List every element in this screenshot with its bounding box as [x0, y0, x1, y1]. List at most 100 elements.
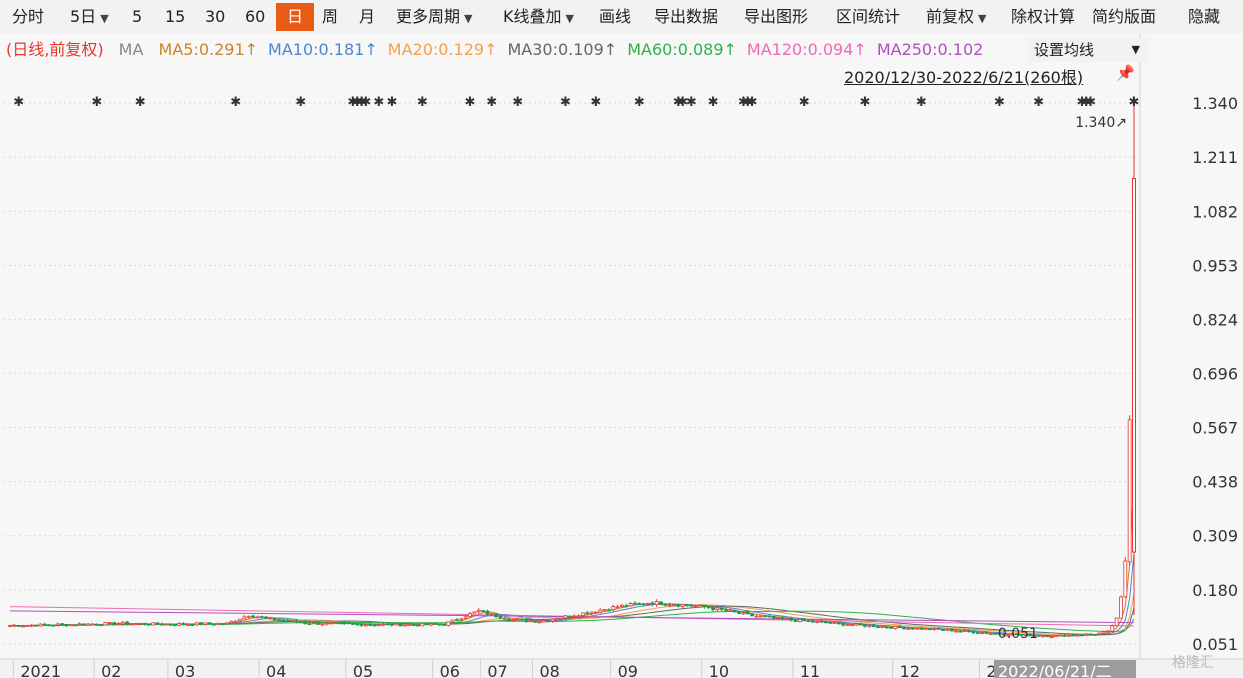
toolbar-item[interactable]: 除权计算	[1009, 3, 1077, 31]
event-marker-icon: ✱	[634, 95, 645, 110]
event-marker-icon: ✱	[91, 95, 102, 110]
candle-body	[897, 625, 902, 628]
event-marker-icon: ✱	[360, 95, 371, 110]
candle-body	[229, 620, 234, 624]
candle-body	[155, 622, 160, 625]
ma-series-line	[9, 594, 1135, 636]
candle-body	[16, 625, 21, 627]
toolbar-item[interactable]: 隐藏	[1186, 3, 1222, 31]
toolbar-item[interactable]: 导出图形	[742, 3, 810, 31]
y-tick-label: 0.309	[1192, 527, 1238, 546]
candle-body	[494, 613, 498, 618]
candle-body	[554, 618, 559, 621]
toolbar-item[interactable]: 简约版面	[1090, 3, 1158, 31]
candlestick-chart[interactable]: 1.340 1.211 1.082 0.953 0.824 0.696 0.567 0.438…	[0, 34, 1243, 678]
toolbar-item[interactable]: 日	[276, 3, 314, 31]
candle-body	[389, 623, 394, 626]
candle-body	[728, 609, 733, 612]
candle-body	[251, 615, 255, 618]
toolbar-item-label: 更多周期	[396, 7, 461, 26]
event-marker-icon: ✱	[135, 95, 146, 110]
candle-body	[403, 624, 407, 627]
ma-settings-dropdown[interactable]: 设置均线 ▼	[1028, 38, 1148, 62]
candle-body	[867, 624, 872, 627]
candle-body	[246, 615, 251, 618]
candle-body	[450, 619, 455, 623]
toolbar-item-label: 60	[245, 7, 266, 26]
candle-body	[481, 610, 485, 612]
candle-body	[73, 624, 77, 627]
candle-body	[615, 606, 620, 609]
toolbar-item-label: 15	[165, 7, 186, 26]
candle-body	[329, 622, 334, 625]
candle-body	[472, 611, 477, 614]
event-marker-icon: ✱	[417, 95, 428, 110]
toolbar-item[interactable]: 5日 ▼	[68, 3, 111, 31]
ma-settings-label: 设置均线	[1034, 41, 1095, 59]
toolbar-item[interactable]: 30	[203, 3, 227, 31]
event-marker-icon: ✱	[1129, 95, 1140, 110]
toolbar-item[interactable]: 60	[243, 3, 267, 31]
candle-body	[385, 623, 390, 626]
candle-body	[1114, 617, 1119, 627]
candle-body	[398, 623, 403, 627]
y-tick-label: 1.211	[1192, 148, 1238, 167]
toolbar-item[interactable]: 区间统计	[834, 3, 902, 31]
candle-body	[159, 623, 164, 626]
toolbar-item[interactable]: 画线	[597, 3, 633, 31]
candle-body	[60, 623, 64, 626]
price-annotation: 0.051	[998, 626, 1038, 642]
candle-body	[1093, 633, 1097, 636]
candle-body	[1119, 596, 1123, 619]
ma-legend-item: MA250:0.102	[876, 40, 984, 59]
candle-body	[468, 613, 472, 617]
toolbar-item[interactable]: 15	[163, 3, 187, 31]
toolbar-item-label: 周	[322, 7, 339, 26]
event-marker-icon: ✱	[994, 95, 1005, 110]
watermark-logo: 格隆汇	[1172, 655, 1214, 671]
candle-body	[21, 625, 25, 628]
candle-body	[780, 616, 785, 620]
toolbar-item[interactable]: 前复权 ▼	[924, 3, 988, 31]
candle-body	[320, 623, 325, 626]
candle-body	[993, 632, 998, 635]
toolbar-item-label: K线叠加	[503, 7, 562, 26]
toolbar-item-label: 日	[286, 7, 303, 26]
candle-body	[672, 604, 676, 607]
candle-body	[533, 620, 538, 623]
chevron-down-icon: ▼	[978, 12, 987, 25]
ma-legend-item: MA20:0.129↑	[387, 40, 498, 59]
candle-body	[220, 623, 225, 626]
pin-icon[interactable]: 📌	[1116, 64, 1135, 82]
x-tick-label: 10	[709, 662, 729, 678]
candle-body	[303, 622, 308, 625]
candle-body	[507, 618, 511, 621]
candle-body	[606, 609, 611, 612]
candle-body	[880, 626, 885, 628]
toolbar-item[interactable]: 月	[357, 3, 377, 31]
event-marker-icon: ✱	[512, 95, 523, 110]
candle-body	[598, 609, 603, 613]
candle-body	[103, 622, 108, 626]
toolbar-item-label: 分时	[12, 7, 45, 26]
candle-body	[376, 624, 381, 627]
y-tick-label: 1.340	[1192, 94, 1238, 113]
candle-body	[767, 615, 772, 618]
candle-body	[815, 620, 820, 623]
candle-body	[68, 624, 73, 627]
candle-body	[620, 604, 624, 607]
y-tick-label: 0.180	[1192, 581, 1238, 600]
date-range-label: 2020/12/30-2022/6/21(260根)	[844, 68, 1084, 87]
event-marker-icon: ✱	[560, 95, 571, 110]
candle-body	[407, 623, 412, 626]
toolbar-item[interactable]: K线叠加 ▼	[501, 3, 576, 31]
candle-body	[116, 623, 121, 625]
toolbar-item[interactable]: 导出数据	[652, 3, 720, 31]
toolbar-item[interactable]: 周	[320, 3, 340, 31]
candle-body	[359, 623, 364, 626]
candle-body	[1106, 630, 1110, 633]
candle-body	[771, 615, 776, 619]
toolbar-item[interactable]: 5	[130, 3, 144, 31]
toolbar-item[interactable]: 分时	[10, 3, 46, 31]
toolbar-item[interactable]: 更多周期 ▼	[394, 3, 474, 31]
